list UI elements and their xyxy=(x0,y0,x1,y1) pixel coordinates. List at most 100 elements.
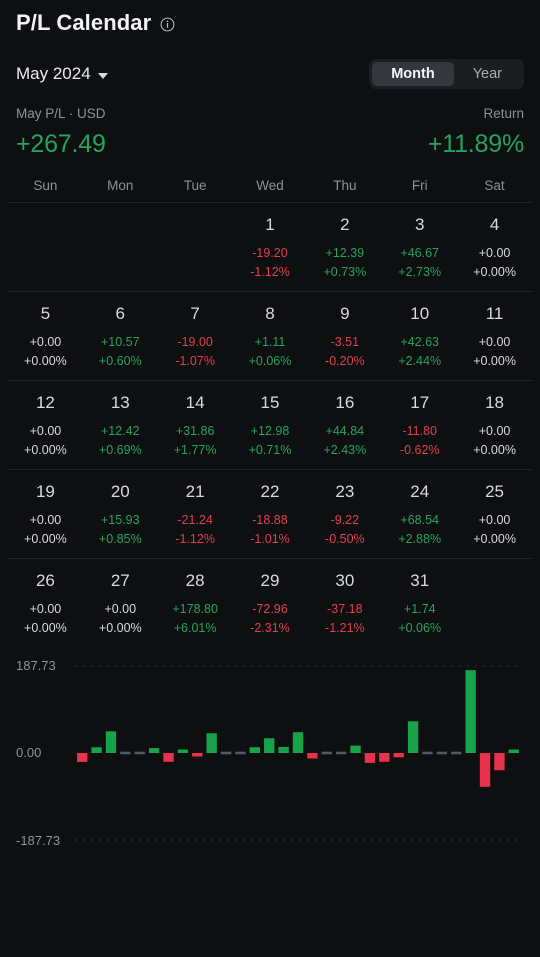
chart-bar xyxy=(364,753,376,763)
day-pl-value: +42.63 xyxy=(400,335,439,349)
day-pl-value: +44.84 xyxy=(325,424,365,438)
day-number: 24 xyxy=(410,482,430,501)
tab-year[interactable]: Year xyxy=(454,62,521,86)
calendar-day-cell[interactable]: 23 -9.22 -0.50% xyxy=(307,479,382,549)
day-pl-percent: +0.06% xyxy=(398,621,442,635)
day-pl-value: -19.00 xyxy=(177,335,213,349)
day-pl-value: +0.00 xyxy=(29,513,62,527)
calendar-day-cell[interactable]: 3 +46.67 +2.73% xyxy=(382,212,457,282)
calendar-day-cell[interactable]: 11 +0.00 +0.00% xyxy=(457,301,532,371)
day-number: 1 xyxy=(265,215,275,234)
calendar-day-cell[interactable]: 17 -11.80 -0.62% xyxy=(382,390,457,460)
day-pl-value: +12.42 xyxy=(100,424,140,438)
controls-row: May 2024 Month Year xyxy=(0,40,540,92)
chart-bar xyxy=(163,753,174,762)
chart-axis-label-zero: 0.00 xyxy=(16,745,42,760)
day-pl-value: -9.22 xyxy=(330,513,360,527)
chart-bar xyxy=(479,753,491,787)
day-number: 2 xyxy=(340,215,350,234)
calendar-day-cell[interactable]: 9 -3.51 -0.20% xyxy=(307,301,382,371)
day-pl-percent: +0.00% xyxy=(473,532,516,546)
calendar-week-row: 12 +0.00 +0.00% 13 +12.42 +0.69% 14 +31.86 +1.77… xyxy=(8,380,532,469)
day-pl-percent: -2.31% xyxy=(250,621,290,635)
day-pl-value: -11.80 xyxy=(402,424,437,438)
month-selector[interactable]: May 2024 xyxy=(16,64,108,84)
chart-bar-zero xyxy=(335,751,347,755)
day-number: 4 xyxy=(489,215,500,234)
day-pl-value: +1.74 xyxy=(403,602,436,616)
chart-axis-label-max: 187.73 xyxy=(16,658,56,673)
calendar-day-cell[interactable]: 24 +68.54 +2.88% xyxy=(382,479,457,549)
calendar-day-cell[interactable]: 19 +0.00 +0.00% xyxy=(8,479,83,549)
weekday-header-tue: Tue xyxy=(183,178,207,193)
calendar-day-cell[interactable]: 1 -19.20 -1.12% xyxy=(233,212,308,282)
day-pl-percent: +2.44% xyxy=(398,354,442,368)
info-circle-icon[interactable] xyxy=(160,17,175,32)
calendar-day-cell[interactable]: 26 +0.00 +0.00% xyxy=(8,568,83,638)
day-pl-value: +0.00 xyxy=(478,513,511,527)
calendar-week-row: 5 +0.00 +0.00% 6 +10.57 +0.60% 7 -19.00 -1.07% 8 +… xyxy=(8,291,532,380)
day-number: 28 xyxy=(185,571,205,590)
chart-bar-zero xyxy=(220,751,232,755)
day-pl-percent: +0.00% xyxy=(24,443,67,457)
day-pl-percent: +0.06% xyxy=(248,354,292,368)
weekday-header-row: Sun Mon Tue Wed Thu Fri Sat xyxy=(8,178,532,202)
day-number: 12 xyxy=(35,393,55,412)
calendar-day-cell[interactable]: 6 +10.57 +0.60% xyxy=(83,301,158,371)
calendar-day-cell[interactable]: 21 -21.24 -1.12% xyxy=(158,479,233,549)
day-number: 31 xyxy=(410,571,430,590)
calendar-day-cell[interactable]: 30 -37.18 -1.21% xyxy=(307,568,382,638)
calendar-day-cell[interactable]: 4 +0.00 +0.00% xyxy=(457,212,532,282)
day-pl-value: +15.93 xyxy=(100,513,140,527)
calendar-day-cell[interactable]: 8 +1.11 +0.06% xyxy=(233,301,308,371)
chart-canvas xyxy=(75,665,521,841)
day-number: 6 xyxy=(115,304,125,323)
calendar-day-cell[interactable]: 31 +1.74 +0.06% xyxy=(382,568,457,638)
day-pl-value: -72.96 xyxy=(252,602,288,616)
day-pl-value: +31.86 xyxy=(175,424,215,438)
calendar-day-cell[interactable]: 18 +0.00 +0.00% xyxy=(457,390,532,460)
calendar-week-row: 26 +0.00 +0.00% 27 +0.00 +0.00% 28 +178.80 +6.01… xyxy=(8,558,532,647)
day-pl-value: -37.18 xyxy=(327,602,363,616)
month-selector-label: May 2024 xyxy=(16,64,91,83)
calendar-day-cell[interactable]: 27 +0.00 +0.00% xyxy=(83,568,158,638)
calendar-day-cell[interactable]: 10 +42.63 +2.44% xyxy=(382,301,457,371)
day-number: 3 xyxy=(414,215,425,234)
day-pl-percent: +2.43% xyxy=(323,443,367,457)
day-pl-percent: +0.73% xyxy=(323,265,367,279)
calendar-day-cell[interactable]: 25 +0.00 +0.00% xyxy=(457,479,532,549)
calendar-day-cell[interactable]: 16 +44.84 +2.43% xyxy=(307,390,382,460)
day-pl-value: +12.98 xyxy=(250,424,290,438)
calendar-day-cell[interactable]: 28 +178.80 +6.01% xyxy=(158,568,233,638)
calendar-day-cell[interactable]: 14 +31.86 +1.77% xyxy=(158,390,233,460)
calendar-day-cell[interactable]: 12 +0.00 +0.00% xyxy=(8,390,83,460)
calendar-day-cell[interactable]: 22 -18.88 -1.01% xyxy=(233,479,308,549)
summary-section: May P/L · USD Return +267.49 +11.89% xyxy=(0,92,540,159)
day-pl-percent: -0.62% xyxy=(399,443,440,457)
weekday-header-wed: Wed xyxy=(256,178,284,193)
chart-bar xyxy=(278,746,289,753)
weekday-header-sun: Sun xyxy=(33,178,58,193)
calendar-day-cell[interactable]: 29 -72.96 -2.31% xyxy=(233,568,308,638)
day-pl-value: +178.80 xyxy=(172,602,218,616)
calendar-day-cell[interactable]: 15 +12.98 +0.71% xyxy=(233,390,308,460)
chart-bar-zero xyxy=(235,751,246,755)
calendar-day-cell[interactable]: 2 +12.39 +0.73% xyxy=(307,212,382,282)
day-pl-percent: +0.00% xyxy=(24,532,67,546)
day-pl-percent: -0.50% xyxy=(325,532,365,546)
day-pl-percent: +0.00% xyxy=(473,265,516,279)
calendar-day-cell[interactable]: 7 -19.00 -1.07% xyxy=(158,301,233,371)
day-number: 21 xyxy=(185,482,205,501)
calendar-day-cell[interactable]: 20 +15.93 +0.85% xyxy=(83,479,158,549)
day-pl-percent: -1.12% xyxy=(250,265,290,279)
day-pl-percent: -1.01% xyxy=(250,532,290,546)
day-number: 8 xyxy=(265,304,275,323)
weekday-header-sat: Sat xyxy=(484,178,505,193)
period-toggle: Month Year xyxy=(369,59,524,89)
tab-month[interactable]: Month xyxy=(372,62,454,86)
chart-bar xyxy=(393,753,404,758)
summary-values: +267.49 +11.89% xyxy=(16,130,524,159)
day-pl-value: -3.51 xyxy=(330,335,360,349)
calendar-day-cell[interactable]: 13 +12.42 +0.69% xyxy=(83,390,158,460)
calendar-day-cell[interactable]: 5 +0.00 +0.00% xyxy=(8,301,83,371)
